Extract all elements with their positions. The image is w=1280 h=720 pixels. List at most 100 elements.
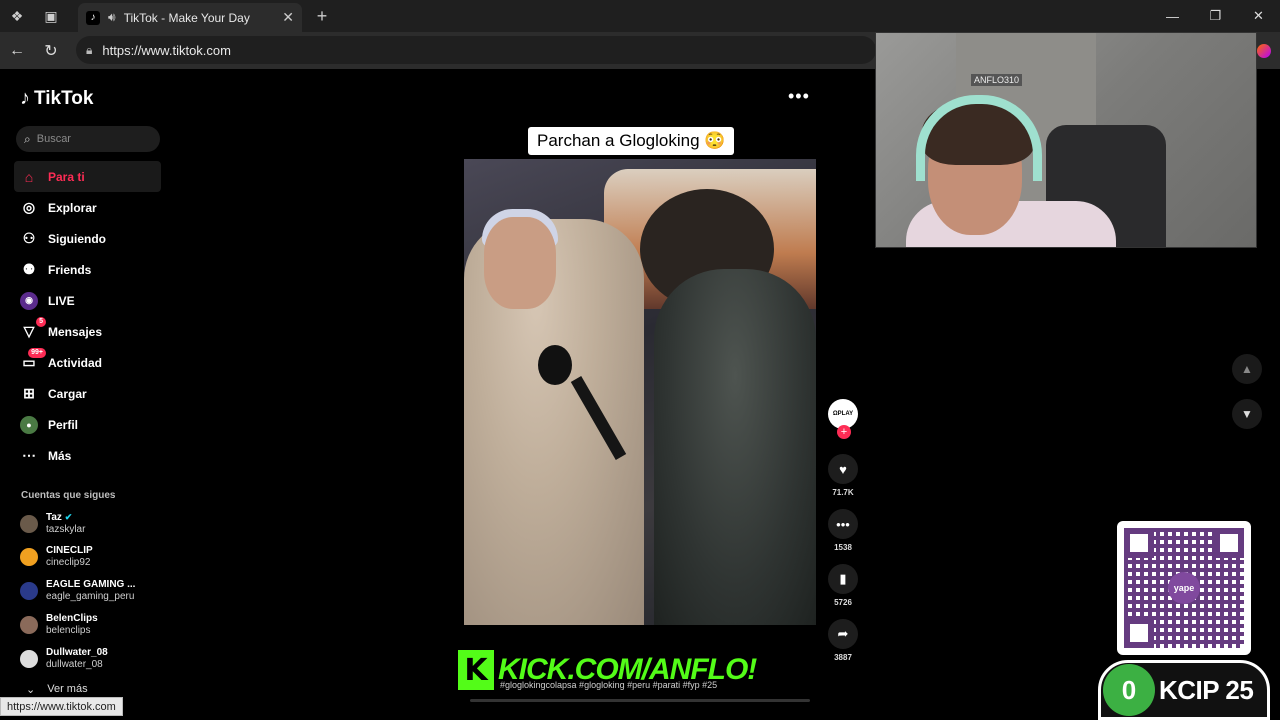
menu-item-actividad[interactable]: ▭ 99+ Actividad [14, 347, 161, 378]
profile-icon: ● [20, 415, 38, 434]
account-name: EAGLE GAMING ... [46, 579, 136, 590]
qr-finder [1124, 528, 1154, 558]
site-info-icon[interactable]: 🔒︎ [86, 43, 92, 58]
menu-item-mensajes[interactable]: ▽ 5 Mensajes [14, 316, 161, 347]
chevron-down-icon: ⌄ [26, 684, 36, 696]
menu-item-live[interactable]: ◉ LIVE [14, 285, 161, 316]
compass-icon: ◎ [22, 199, 36, 215]
menu-item-cargar[interactable]: ⊞ Cargar [14, 378, 161, 409]
minimize-button[interactable]: — [1151, 0, 1194, 32]
menu-item-para-ti[interactable]: ⌂ Para ti [14, 161, 161, 192]
back-button[interactable]: ← [0, 36, 34, 66]
kick-banner: K KICK.COM/ANFLO! [458, 648, 830, 692]
qr-pattern: yape [1124, 528, 1244, 648]
avatar [20, 582, 38, 600]
next-video-button[interactable]: ▼ [1232, 399, 1262, 429]
yape-logo: yape [1168, 572, 1200, 604]
like-action[interactable]: ♥ 71.7K [828, 454, 858, 497]
tiktok-favicon-icon: ♪ [86, 10, 100, 25]
account-name: CINECLIP [46, 545, 93, 556]
close-window-button[interactable]: ✕ [1237, 0, 1280, 32]
see-more-link[interactable]: ⌄ Ver más [26, 683, 88, 696]
menu-item-siguiendo[interactable]: ⚇ Siguiendo [14, 223, 161, 254]
activity-icon: ▭ 99+ [20, 347, 46, 372]
tab-actions-icon[interactable]: ▣ [34, 0, 68, 32]
new-tab-button[interactable]: + [310, 4, 334, 28]
webcam-overlay: ANFLO310 [875, 32, 1257, 248]
account-item[interactable]: Taz ✔ tazskylar [20, 511, 85, 536]
browser-tab-tiktok[interactable]: ♪ 🔊︎ TikTok - Make Your Day ✕ [78, 3, 302, 32]
yape-qr-code: yape [1117, 521, 1251, 655]
sidebar: ♪ TikTok ⌕ Buscar ⌂ Para ti ◎ Explorar ⚇… [4, 69, 174, 720]
live-icon: ◉ [20, 291, 38, 310]
account-item[interactable]: EAGLE GAMING ... eagle_gaming_peru [20, 579, 135, 603]
menu-label: Explorar [48, 200, 97, 215]
address-bar[interactable]: 🔒︎ https://www.tiktok.com [76, 36, 876, 64]
search-input[interactable]: ⌕ Buscar [16, 126, 160, 152]
menu-label: Mensajes [48, 324, 103, 339]
account-name: Dullwater_08 [46, 647, 108, 658]
logo-text: TikTok [34, 87, 94, 109]
copilot-icon[interactable] [1257, 44, 1271, 58]
comment-action[interactable]: ••• 1538 [828, 509, 858, 552]
tab-title: TikTok - Make Your Day [123, 10, 250, 25]
avatar [20, 650, 38, 668]
heart-icon: ♥ [828, 454, 858, 484]
account-handle: tazskylar [46, 524, 86, 535]
microphone [538, 345, 572, 385]
account-handle: belenclips [46, 625, 91, 636]
previous-video-button[interactable]: ▲ [1232, 354, 1262, 384]
save-action[interactable]: ▮ 5726 [828, 564, 858, 607]
kcip-label: KCIP 25 [1159, 674, 1254, 705]
kcip-count: 0 [1103, 664, 1155, 716]
avatar [20, 514, 38, 533]
avatar [20, 548, 38, 566]
restore-button[interactable]: ❐ [1194, 0, 1237, 32]
messages-icon: ▽ 5 [20, 316, 46, 341]
account-handle: eagle_gaming_peru [46, 591, 135, 602]
account-item[interactable]: Dullwater_08 dullwater_08 [20, 647, 108, 671]
account-item[interactable]: BelenClips belenclips [20, 613, 98, 637]
video-person-left-head [484, 217, 556, 309]
messages-badge: 5 [36, 316, 46, 327]
share-action[interactable]: ➦ 3887 [828, 619, 858, 662]
search-placeholder: Buscar [36, 133, 71, 145]
avatar [20, 616, 38, 634]
webcam-sign: ANFLO310 [971, 74, 1023, 86]
menu-label: Siguiendo [48, 231, 106, 246]
tab-close-icon[interactable]: ✕ [282, 9, 294, 26]
video-player[interactable] [464, 159, 816, 625]
activity-badge: 99+ [28, 347, 46, 358]
menu-item-friends[interactable]: ⚉ Friends [14, 254, 161, 285]
main-menu: ⌂ Para ti ◎ Explorar ⚇ Siguiendo ⚉ Frien… [14, 161, 161, 471]
save-count: 5726 [834, 598, 852, 607]
follow-button[interactable]: + [837, 425, 851, 439]
tiktok-logo[interactable]: ♪ TikTok [20, 87, 93, 110]
kick-url: KICK.COM/ANFLO! [498, 653, 757, 686]
account-handle: dullwater_08 [46, 659, 103, 670]
share-icon: ➦ [828, 619, 858, 649]
reload-button[interactable]: ↻ [34, 36, 68, 66]
status-bar-url: https://www.tiktok.com [0, 697, 123, 716]
window-controls: — ❐ ✕ [1151, 0, 1280, 32]
upload-icon: ⊞ [23, 385, 35, 401]
friends-icon: ⚉ [22, 261, 36, 277]
menu-item-explorar[interactable]: ◎ Explorar [14, 192, 161, 223]
account-item[interactable]: CINECLIP cineclip92 [20, 545, 93, 569]
video-progress-bar[interactable] [470, 699, 810, 702]
qr-finder [1214, 528, 1244, 558]
workspaces-icon[interactable]: ❖ [0, 0, 34, 32]
share-count: 3887 [834, 653, 852, 662]
menu-label: Perfil [48, 417, 79, 432]
account-name: BelenClips [46, 613, 98, 624]
video-person-right [654, 269, 816, 625]
search-icon: ⌕ [24, 131, 31, 146]
menu-label: LIVE [48, 293, 75, 308]
speaker-icon[interactable]: 🔊︎ [108, 10, 116, 25]
menu-item-mas[interactable]: ⋯ Más [14, 440, 161, 471]
more-options-icon[interactable]: ••• [788, 86, 810, 107]
verified-icon: ✔ [64, 512, 73, 522]
menu-item-perfil[interactable]: ● Perfil [14, 409, 161, 440]
bookmark-icon: ▮ [828, 564, 858, 594]
account-handle: cineclip92 [46, 557, 91, 568]
